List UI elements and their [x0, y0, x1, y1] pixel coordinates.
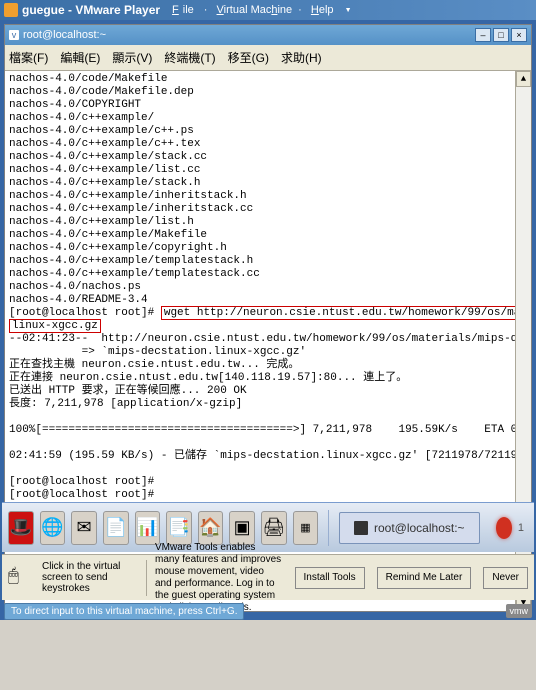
term-menu-go[interactable]: 移至(G) [228, 49, 269, 66]
document-icon[interactable]: 📄 [103, 511, 129, 545]
minimize-button[interactable]: – [475, 28, 491, 42]
install-tools-button[interactable]: Install Tools [295, 567, 365, 589]
terminal-title-icon: v [9, 30, 19, 40]
browser-icon[interactable]: 🌐 [40, 511, 66, 545]
task-terminal[interactable]: root@localhost:~ [339, 512, 480, 544]
chevron-down-icon[interactable]: ▼ [345, 7, 352, 14]
taskbar-badge: 1 [518, 522, 528, 534]
presentation-icon[interactable]: 📊 [135, 511, 161, 545]
task-terminal-label: root@localhost:~ [374, 521, 465, 535]
vmware-icon [4, 3, 18, 17]
guest-desktop: v root@localhost:~ – □ × 檔案(F) 編輯(E) 顯示(… [0, 20, 536, 620]
prompt: [root@localhost root]# [9, 307, 154, 319]
vmware-info-bar: 🖱 Click in the virtual screen to send ke… [2, 554, 534, 600]
mail-icon[interactable]: ✉ [71, 511, 97, 545]
mouse-icon: 🖱 [8, 565, 34, 591]
close-button[interactable]: × [511, 28, 527, 42]
workspace-switcher[interactable]: ▦ [293, 511, 319, 545]
redhat-icon[interactable]: 🎩 [8, 511, 34, 545]
term-menu-help[interactable]: 求助(H) [281, 49, 322, 66]
term-menu-view[interactable]: 顯示(V) [112, 49, 152, 66]
terminal-menubar: 檔案(F) 編輯(E) 顯示(V) 終端機(T) 移至(G) 求助(H) [5, 45, 531, 71]
vmware-titlebar: guegue - VMware Player File· Virtual Mac… [0, 0, 536, 20]
menu-virtual-machine[interactable]: Virtual Machine [217, 4, 293, 16]
remind-later-button[interactable]: Remind Me Later [377, 567, 472, 589]
update-notifier-icon[interactable] [496, 517, 512, 539]
menu-help[interactable]: Help [311, 4, 334, 16]
brand-tag: vmw [506, 604, 533, 618]
terminal-titlebar[interactable]: v root@localhost:~ – □ × [5, 25, 531, 45]
vmware-menu: File· Virtual Machine· Help ▼ [168, 4, 356, 16]
done-line: 02:41:59 (195.59 KB/s) - 已儲存 `mips-decst… [9, 450, 531, 462]
term-menu-terminal[interactable]: 終端機(T) [164, 49, 215, 66]
click-hint: Click in the virtual screen to send keys… [42, 561, 138, 594]
hint-bar: To direct input to this virtual machine,… [0, 602, 536, 620]
print-icon[interactable]: 🖨 [261, 511, 287, 545]
separator [146, 560, 147, 596]
maximize-button[interactable]: □ [493, 28, 509, 42]
home-icon[interactable]: 🏠 [198, 511, 224, 545]
never-button[interactable]: Never [483, 567, 528, 589]
term-menu-file[interactable]: 檔案(F) [9, 49, 48, 66]
divider [328, 510, 329, 546]
menu-file[interactable]: File [172, 4, 198, 16]
wget-command-cont: linux-xgcc.gz [9, 319, 101, 333]
progress-bar: 100%[===================================… [9, 424, 531, 436]
terminal-icon[interactable]: ▣ [229, 511, 255, 545]
term-menu-edit[interactable]: 編輯(E) [60, 49, 100, 66]
vmware-title: guegue - VMware Player [22, 3, 160, 17]
task-terminal-icon [354, 521, 368, 535]
input-hint: To direct input to this virtual machine,… [4, 603, 244, 620]
terminal-title: root@localhost:~ [23, 29, 106, 41]
scroll-up-button[interactable]: ▲ [516, 71, 531, 87]
wget-command: wget http://neuron.csie.ntust.edu.tw/hom… [161, 306, 531, 320]
spreadsheet-icon[interactable]: 📑 [166, 511, 192, 545]
